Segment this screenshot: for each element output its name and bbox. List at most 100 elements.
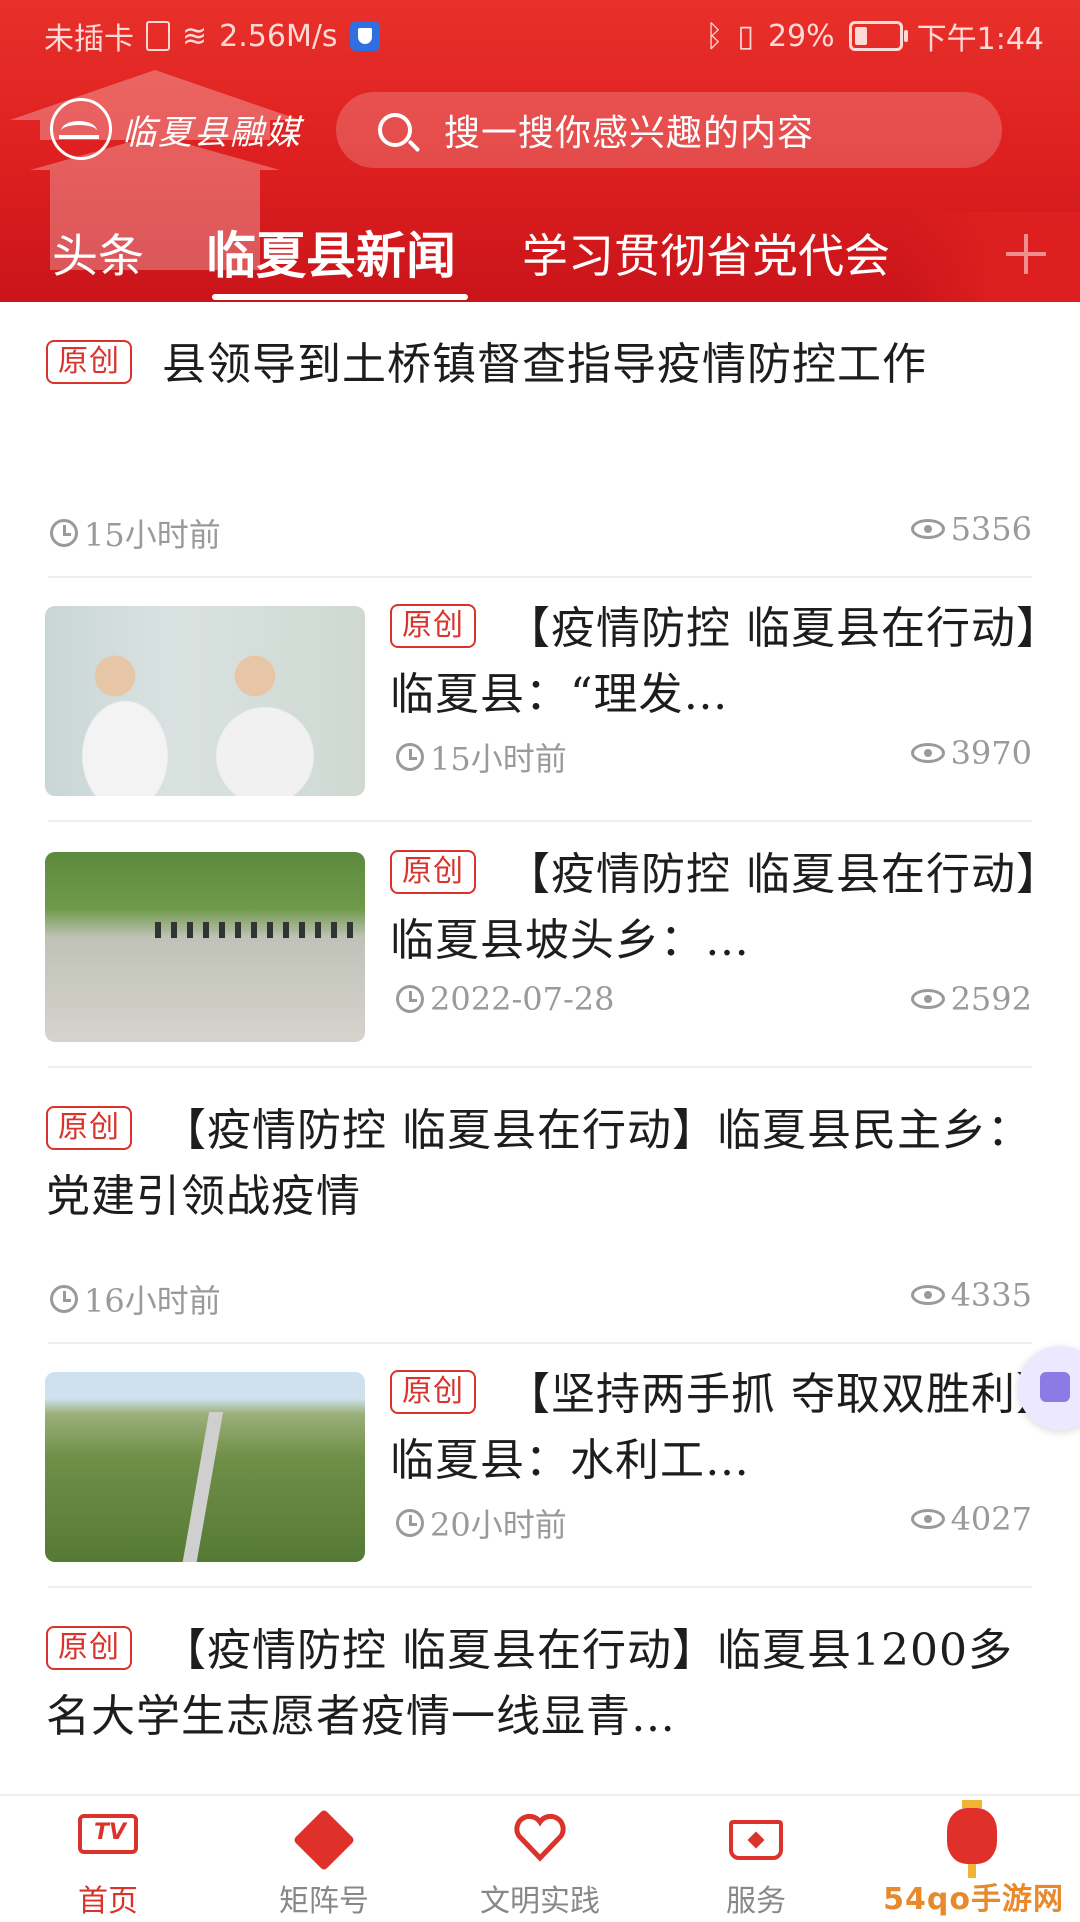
status-bar: 未插卡 ≋ 2.56M/s ᛒ ▯ 29% 下午1:44 (0, 0, 1080, 64)
list-item[interactable]: 原创 【疫情防控 临夏县在行动】临夏县坡头乡：… 2022-07-28 2592 (0, 822, 1080, 1068)
watermark: 54qo手游网 (883, 1882, 1064, 1917)
wifi-icon: ≋ (182, 18, 208, 54)
service-icon (729, 1820, 783, 1860)
article-title: 原创 【疫情防控 临夏县在行动】临夏县：“理发… (390, 596, 1040, 728)
nav-home[interactable]: 首页 (0, 1796, 216, 1922)
views-text: 4335 (950, 1276, 1032, 1314)
list-item[interactable]: 原创 【疫情防控 临夏县在行动】临夏县：“理发… 15小时前 3970 (0, 578, 1080, 822)
views-text: 4027 (950, 1500, 1032, 1538)
carrier-label: 未插卡 (44, 22, 134, 57)
logo-text: 临夏县融媒 (122, 112, 302, 153)
shield-icon (349, 21, 380, 51)
active-tab-indicator (212, 294, 468, 300)
nav-matrix-label: 矩阵号 (279, 1884, 369, 1919)
article-title-text: 【疫情防控 临夏县在行动】临夏县：“理发… (390, 603, 1039, 720)
app-header: 未插卡 ≋ 2.56M/s ᛒ ▯ 29% 下午1:44 临夏县融媒 搜一搜你感… (0, 0, 1080, 302)
clock-icon (50, 1285, 78, 1313)
original-tag: 原创 (390, 603, 476, 648)
clock-icon (396, 743, 424, 771)
app-logo[interactable]: 临夏县融媒 (50, 98, 302, 160)
eye-icon (910, 519, 945, 539)
time-text: 15小时前 (84, 516, 221, 554)
sim-icon (146, 21, 170, 51)
clock-icon (396, 1509, 424, 1537)
eye-icon (910, 743, 945, 763)
article-time: 16小时前 (50, 1276, 221, 1322)
battery-percent: 29% (767, 18, 835, 54)
nav-service[interactable]: 服务 (648, 1796, 864, 1922)
lantern-icon (947, 1800, 997, 1878)
eye-icon (910, 989, 945, 1009)
video-camera-icon (1040, 1372, 1070, 1402)
article-title-text: 【疫情防控 临夏县在行动】临夏县民主乡：党建引领战疫情 (46, 1105, 1032, 1222)
battery-fill (854, 27, 867, 45)
article-time: 2022-07-28 (396, 980, 615, 1018)
original-tag: 原创 (46, 1105, 132, 1150)
time-text: 20小时前 (430, 1506, 567, 1544)
clock-icon (50, 519, 78, 547)
views-text: 3970 (950, 734, 1032, 772)
article-title-text: 【疫情防控 临夏县在行动】临夏县坡头乡：… (390, 849, 1039, 966)
vibrate-icon: ▯ (737, 18, 754, 54)
article-title: 原创 【疫情防控 临夏县在行动】临夏县1200多名大学生志愿者疫情一线显青… (46, 1618, 1036, 1750)
article-title-text: 【坚持两手抓 夺取双胜利】临夏县：水利工… (390, 1369, 1039, 1486)
article-title: 原创 【疫情防控 临夏县在行动】临夏县民主乡：党建引领战疫情 (46, 1098, 1036, 1230)
nav-civilization[interactable]: 文明实践 (432, 1796, 648, 1922)
battery-icon (848, 21, 908, 51)
article-time: 20小时前 (396, 1500, 567, 1546)
clock-icon (396, 985, 424, 1013)
eye-icon (910, 1285, 945, 1305)
list-item[interactable]: 原创 【坚持两手抓 夺取双胜利】临夏县：水利工… 20小时前 4027 (0, 1344, 1080, 1588)
tv-icon (78, 1814, 138, 1854)
article-time: 15小时前 (396, 734, 567, 780)
time-text: 16小时前 (84, 1282, 221, 1320)
article-thumbnail (45, 852, 365, 1042)
article-title-text: 县领导到土桥镇督查指导疫情防控工作 (162, 339, 927, 390)
article-views: 4335 (910, 1276, 1032, 1314)
status-left: 未插卡 ≋ 2.56M/s (44, 14, 380, 58)
eye-icon (910, 1509, 945, 1529)
tab-headlines[interactable]: 头条 (52, 220, 144, 286)
logo-mark-icon (50, 98, 112, 160)
nav-civilization-label: 文明实践 (480, 1884, 600, 1919)
original-tag: 原创 (46, 1625, 132, 1670)
list-item[interactable]: 原创 【疫情防控 临夏县在行动】临夏县1200多名大学生志愿者疫情一线显青… (0, 1588, 1080, 1794)
add-channel-icon[interactable] (1002, 230, 1050, 278)
tab-party-congress[interactable]: 学习贯彻省党代会 (522, 220, 890, 286)
views-text: 2592 (950, 980, 1032, 1018)
time-text: 15小时前 (430, 740, 567, 778)
article-thumbnail (45, 1372, 365, 1562)
article-title: 原创 【疫情防控 临夏县在行动】临夏县坡头乡：… (390, 842, 1040, 974)
article-views: 3970 (910, 734, 1032, 772)
original-tag: 原创 (390, 1369, 476, 1414)
search-bar[interactable]: 搜一搜你感兴趣的内容 (336, 92, 1002, 168)
heart-icon (514, 1814, 566, 1862)
article-title: 原创 【坚持两手抓 夺取双胜利】临夏县：水利工… (390, 1362, 1040, 1494)
views-text: 5356 (950, 510, 1032, 548)
network-speed: 2.56M/s (219, 18, 338, 54)
search-icon (378, 113, 412, 147)
tab-fade (900, 212, 1080, 302)
status-right: ᛒ ▯ 29% 下午1:44 (705, 14, 1044, 58)
nav-home-label: 首页 (78, 1884, 138, 1919)
news-feed: 原创 县领导到土桥镇督查指导疫情防控工作 15小时前 5356 原创 【疫情防控 临… (0, 302, 1080, 1794)
list-item[interactable]: 原创 县领导到土桥镇督查指导疫情防控工作 15小时前 5356 (0, 302, 1080, 578)
tab-county-news[interactable]: 临夏县新闻 (206, 216, 456, 288)
time-text: 2022-07-28 (430, 980, 615, 1018)
article-views: 4027 (910, 1500, 1032, 1538)
original-tag: 原创 (46, 339, 132, 384)
nav-service-label: 服务 (726, 1884, 786, 1919)
nav-matrix[interactable]: 矩阵号 (216, 1796, 432, 1922)
article-time: 15小时前 (50, 510, 221, 556)
bluetooth-icon: ᛒ (705, 18, 724, 54)
article-title-text: 【疫情防控 临夏县在行动】临夏县1200多名大学生志愿者疫情一线显青… (46, 1625, 1013, 1742)
list-item[interactable]: 原创 【疫情防控 临夏县在行动】临夏县民主乡：党建引领战疫情 16小时前 4335 (0, 1068, 1080, 1344)
original-tag: 原创 (390, 849, 476, 894)
article-views: 5356 (910, 510, 1032, 548)
article-views: 2592 (910, 980, 1032, 1018)
article-thumbnail (45, 606, 365, 796)
clock-time: 下午1:44 (916, 22, 1044, 57)
matrix-icon (292, 1808, 356, 1872)
article-title: 原创 县领导到土桥镇督查指导疫情防控工作 (46, 332, 1036, 398)
channel-tabs: 头条 临夏县新闻 学习贯彻省党代会 (0, 212, 1080, 302)
